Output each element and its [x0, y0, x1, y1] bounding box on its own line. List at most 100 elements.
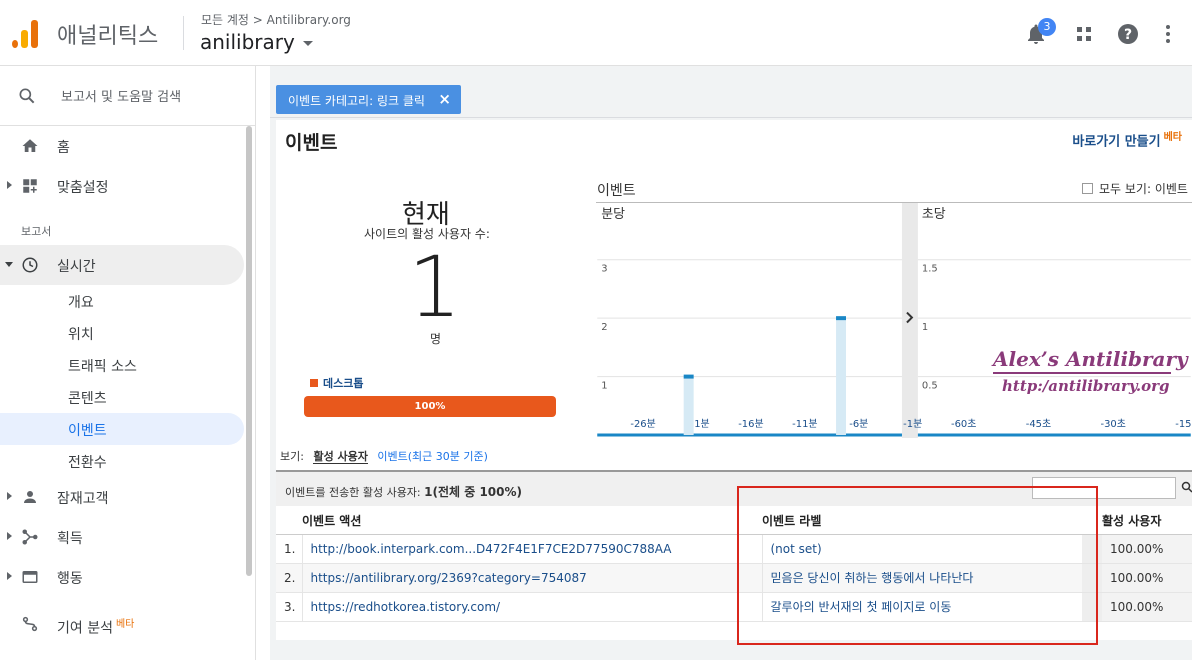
x-tick-label: -45초: [1026, 418, 1051, 430]
sidebar-item-behavior[interactable]: 행동: [0, 557, 244, 597]
sidebar-item-customization[interactable]: 맞춤설정: [0, 166, 244, 206]
active-users-value: 100.00%: [1102, 534, 1192, 564]
account-name: anilibrary: [200, 30, 295, 54]
notification-badge: 3: [1038, 18, 1056, 36]
header-active-users[interactable]: 활성 사용자: [1102, 507, 1192, 535]
y-tick-label: 2: [601, 322, 607, 333]
sidebar-subitem-label: 이벤트: [68, 423, 107, 439]
watermark-underline: [993, 372, 1171, 374]
sidebar-item-home[interactable]: 홈: [0, 126, 244, 166]
dashboard-plus-icon: [23, 179, 37, 193]
account-selector[interactable]: anilibrary: [200, 30, 313, 54]
sidebar-subitem-label: 콘텐츠: [68, 391, 107, 407]
sidebar-subitem-traffic-sources[interactable]: 트래픽 소스: [0, 349, 244, 381]
sidebar-subitem-events[interactable]: 이벤트: [0, 413, 244, 445]
header-event-action[interactable]: 이벤트 액션: [302, 507, 762, 535]
event-action-link[interactable]: https://antilibrary.org/2369?category=75…: [302, 563, 763, 593]
home-icon: [22, 139, 38, 152]
y-tick-label: 0.5: [922, 381, 938, 392]
create-shortcut-link[interactable]: 바로가기 만들기 베타: [1072, 128, 1182, 149]
clock-icon: [22, 257, 38, 273]
y-tick-label: 1: [922, 322, 928, 333]
checkbox[interactable]: [1082, 183, 1093, 194]
tab-events-30min[interactable]: 이벤트(최근 30분 기준): [377, 450, 488, 463]
watermark-title: Alex’s Antilibrary: [993, 347, 1188, 371]
x-tick-label: -30초: [1101, 418, 1126, 430]
sidebar: 보고서 및 도움말 검색 홈 맞춤설정 보고서 실시간 개요 위치 트래픽 소스…: [0, 66, 256, 660]
sidebar-item-label: 홈: [57, 140, 70, 156]
event-action-link[interactable]: http://book.interpark.com...D472F4E1F7CE…: [302, 534, 763, 564]
active-users-count: 1: [408, 238, 462, 336]
close-icon[interactable]: ×: [438, 90, 451, 108]
acquisition-icon: [22, 529, 38, 545]
sidebar-subitem-label: 개요: [68, 295, 94, 311]
filter-chip[interactable]: 이벤트 카테고리: 링크 클릭 ×: [276, 85, 461, 114]
chart-panel-title: 초당: [922, 207, 946, 222]
event-action-link[interactable]: https://redhotkorea.tistory.com/: [302, 592, 763, 622]
person-icon: [24, 491, 36, 503]
device-legend: 데스크톱: [310, 375, 363, 391]
summary-label: 이벤트를 전송한 활성 사용자:: [285, 486, 421, 499]
chart-title: 이벤트: [597, 183, 636, 199]
bar-mark: [683, 374, 694, 379]
expand-arrow-icon: [7, 492, 12, 500]
chevron-down-icon: [302, 41, 313, 46]
search-icon: [19, 88, 35, 104]
search-placeholder: 보고서 및 도움말 검색: [61, 90, 182, 105]
header-num: [276, 507, 302, 535]
sidebar-item-realtime[interactable]: 실시간: [0, 245, 244, 285]
attribution-icon: [22, 616, 38, 632]
breadcrumb[interactable]: 모든 계정 > Antilibrary.org: [201, 11, 351, 28]
sidebar-subitem-conversions[interactable]: 전환수: [0, 445, 244, 477]
highlight-box: [737, 486, 1098, 645]
collapse-arrow-icon: [5, 262, 13, 267]
watermark-url: http:/antilibrary.org: [1002, 377, 1170, 395]
row-num: 2.: [276, 563, 303, 593]
view-label: 보기:: [280, 450, 304, 463]
x-tick-label: -1분: [903, 418, 922, 430]
sidebar-subitem-label: 전환수: [68, 455, 107, 471]
app-title: 애널리틱스: [57, 24, 159, 49]
bar-shadow: [836, 318, 847, 436]
report-search[interactable]: 보고서 및 도움말 검색: [0, 66, 255, 126]
expand-arrow-icon: [7, 572, 12, 580]
analytics-logo-icon[interactable]: [10, 18, 40, 48]
sidebar-item-acquisition[interactable]: 획득: [0, 517, 244, 557]
event-charts: 분당321-26분 -21분 -16분 -11분 -6분 -1분초당1.510.5-60초…: [596, 202, 1192, 439]
chart-panel-title: 분당: [601, 207, 625, 222]
device-legend-label: 데스크톱: [323, 377, 364, 390]
svg-text:?: ?: [1124, 27, 1132, 43]
more-vert-icon[interactable]: [1156, 22, 1180, 46]
top-bar: 애널리틱스 모든 계정 > Antilibrary.org anilibrary…: [0, 0, 1192, 66]
filter-chip-label: 이벤트 카테고리: 링크 클릭: [288, 94, 425, 108]
header-divider: [183, 16, 184, 50]
page-title: 이벤트: [285, 132, 338, 154]
show-all-toggle[interactable]: 모두 보기: 이벤트: [1082, 180, 1188, 197]
behavior-icon: [22, 571, 38, 583]
tab-active-users[interactable]: 활성 사용자: [313, 450, 368, 464]
row-num: 3.: [276, 592, 303, 622]
apps-grid-icon[interactable]: [1072, 22, 1096, 46]
section-label-reports: 보고서: [21, 225, 52, 238]
sidebar-item-label: 획득: [57, 531, 83, 547]
sidebar-item-attribution[interactable]: 기여 분석 베타: [0, 604, 244, 644]
attribution-text: 기여 분석: [57, 620, 113, 637]
x-tick-label: -60초: [951, 418, 976, 430]
help-icon[interactable]: ?: [1116, 22, 1140, 46]
beta-badge: 베타: [115, 619, 135, 630]
bar-mark: [836, 316, 847, 321]
sidebar-subitem-locations[interactable]: 위치: [0, 317, 244, 349]
x-tick-label: -11분: [792, 418, 817, 430]
shortcut-text: 바로가기 만들기: [1072, 134, 1161, 150]
bar-shadow: [683, 376, 694, 436]
x-tick-label: -16분: [738, 418, 763, 430]
legend-swatch: [310, 379, 318, 387]
sidebar-item-audience[interactable]: 잠재고객: [0, 477, 244, 517]
sidebar-scrollbar[interactable]: [246, 126, 252, 576]
y-tick-label: 1: [601, 381, 607, 392]
sidebar-subitem-content[interactable]: 콘텐츠: [0, 381, 244, 413]
sidebar-subitem-label: 트래픽 소스: [68, 359, 137, 375]
y-tick-label: 1.5: [922, 264, 938, 275]
search-icon[interactable]: [1181, 481, 1192, 493]
sidebar-subitem-overview[interactable]: 개요: [0, 285, 244, 317]
